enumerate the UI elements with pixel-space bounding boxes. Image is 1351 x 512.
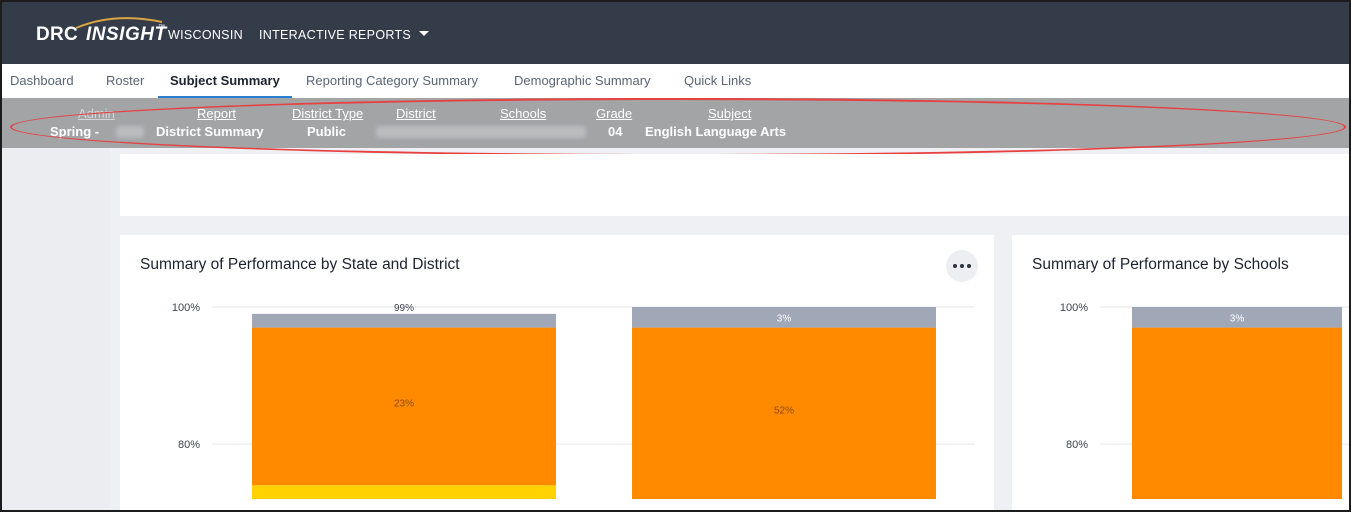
top-navigation-bar: DRC INSIGHT ™ WISCONSIN INTERACTIVE REPO… [2, 2, 1349, 64]
tab-quick-links[interactable]: Quick Links [684, 73, 751, 88]
filter-subject-label[interactable]: Subject [708, 106, 751, 121]
schools-chart: 100% 80% 3% [1060, 302, 1349, 499]
filter-district-type-label[interactable]: District Type [292, 106, 363, 121]
y-tick-label: 100% [172, 302, 200, 314]
data-label: 99% [394, 303, 414, 314]
schools-performance-card: Summary of Performance by Schools 100% 80… [1012, 235, 1349, 510]
filter-grade-label[interactable]: Grade [596, 106, 632, 121]
bar-segment [252, 485, 556, 499]
tab-dashboard[interactable]: Dashboard [10, 73, 74, 88]
bar-segment [252, 313, 556, 328]
filter-bar: Admin Spring - Report District Summary D… [2, 98, 1349, 148]
tab-roster[interactable]: Roster [106, 73, 144, 88]
filter-admin-value: Spring - [50, 124, 100, 139]
filter-schools-label[interactable]: Schools [500, 106, 546, 121]
filter-grade-value: 04 [608, 124, 623, 139]
tab-demographic-summary[interactable]: Demographic Summary [514, 73, 651, 88]
logo-drc-text: DRC [36, 24, 79, 45]
logo-trademark: ™ [158, 24, 165, 31]
caret-down-icon [419, 31, 430, 37]
filter-admin-label[interactable]: Admin [78, 106, 115, 121]
filter-report-value: District Summary [156, 124, 264, 139]
redacted-district-school [376, 126, 586, 138]
y-tick-label: 80% [1066, 439, 1088, 451]
filter-district-label[interactable]: District [396, 106, 436, 121]
bar-segment [1132, 327, 1342, 499]
left-rail [2, 148, 110, 510]
report-tabs: Dashboard Roster Subject Summary Reporti… [2, 64, 1349, 98]
filter-district-type-value: Public [307, 124, 347, 139]
filter-report-label[interactable]: Report [197, 106, 236, 121]
y-tick-label: 80% [178, 439, 200, 451]
app-window: DRC INSIGHT ™ WISCONSIN INTERACTIVE REPO… [0, 0, 1351, 512]
data-label: 3% [1230, 313, 1245, 324]
data-label: 3% [777, 313, 792, 324]
state-district-performance-card: Summary of Performance by State and Dist… [120, 235, 994, 510]
redacted-admin-year [116, 126, 144, 138]
interactive-reports-label: INTERACTIVE REPORTS [259, 28, 412, 42]
interactive-reports-menu[interactable]: INTERACTIVE REPORTS [259, 28, 430, 42]
logo-insight-text: INSIGHT [86, 24, 167, 45]
data-label: 52% [774, 405, 794, 416]
y-tick-label: 100% [1060, 302, 1088, 314]
state-label: WISCONSIN [168, 28, 243, 42]
summary-card-top [120, 154, 1349, 216]
filter-subject-value: English Language Arts [645, 124, 787, 139]
tab-reporting-category-summary[interactable]: Reporting Category Summary [306, 73, 478, 88]
data-label: 23% [394, 398, 414, 409]
state-district-chart: 100% 80% 23% 99% 52% 3% [172, 302, 975, 499]
tab-subject-summary[interactable]: Subject Summary [170, 73, 280, 88]
